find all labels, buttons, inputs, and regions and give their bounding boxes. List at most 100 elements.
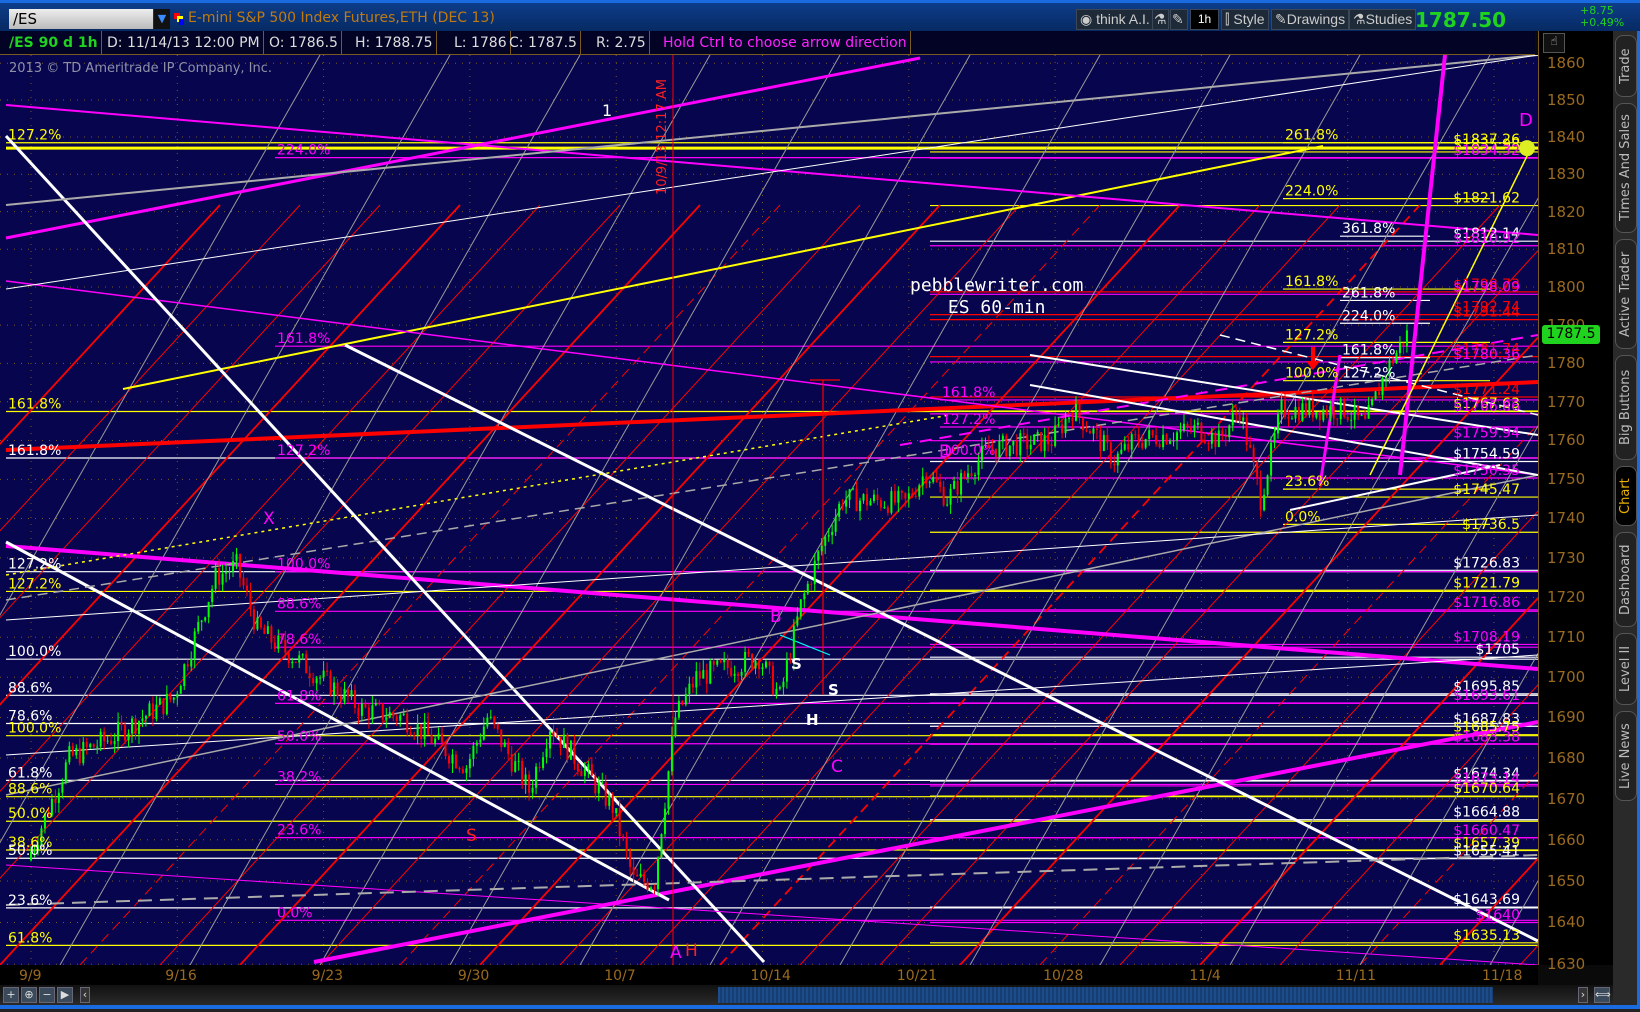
candle-body — [1311, 399, 1314, 418]
candle-body — [1301, 403, 1304, 421]
candle-body — [813, 560, 816, 585]
candle-body — [1280, 399, 1283, 415]
candle-body — [726, 660, 729, 668]
candle-body — [956, 480, 959, 495]
candle-body — [294, 661, 297, 663]
candle-body — [273, 642, 276, 649]
symbol-input[interactable]: /ES — [9, 9, 153, 29]
price-chart[interactable]: $1837.26 $1835.98 $1834.32 $1821.62 $1812.14… — [0, 55, 1538, 965]
scrollbar-thumb[interactable] — [718, 987, 1493, 1003]
price-tick-label: 1800 — [1547, 278, 1586, 297]
candle-body — [1318, 412, 1321, 421]
chart-canvas[interactable]: $1837.26$1835.98$1834.32$1821.62$1812.14… — [0, 55, 1538, 965]
time-tick-label: 10/28 — [1043, 968, 1084, 984]
candle-body — [120, 721, 123, 725]
side-tab-level-ii[interactable]: Level II — [1615, 633, 1637, 705]
fib-label: 261.8% — [1285, 128, 1338, 144]
candle-body — [99, 731, 102, 747]
pattern-label-s: S — [466, 826, 477, 846]
candle-body — [1001, 435, 1004, 441]
wave-label-b: B — [770, 607, 782, 627]
candle-body — [618, 808, 621, 837]
candle-body — [1391, 360, 1394, 364]
candle-body — [124, 724, 127, 741]
candle-body — [458, 768, 461, 770]
symbol-dropdown-chevron-icon[interactable]: ▼ — [154, 9, 170, 29]
candle-body — [1263, 494, 1266, 511]
zoom-in-icon[interactable]: + — [3, 987, 19, 1003]
candle-body — [1364, 415, 1367, 419]
side-tab-live-news[interactable]: Live News — [1615, 711, 1637, 801]
candle-body — [688, 683, 691, 695]
studies-quick-icon[interactable]: ⚗ — [1152, 9, 1169, 30]
candle-body — [705, 670, 708, 684]
candle-body — [601, 781, 604, 783]
candle-body — [670, 736, 673, 772]
drawing-cursor-icon[interactable]: ☝ — [1543, 33, 1565, 53]
candle-body — [1343, 398, 1346, 417]
candle-body — [179, 685, 182, 694]
fib-label: 161.8% — [8, 443, 61, 459]
candle-body — [1022, 433, 1025, 435]
scroll-right-icon[interactable]: › — [1578, 987, 1588, 1003]
time-tick-label: 11/11 — [1335, 968, 1377, 984]
candle-body — [151, 703, 154, 720]
watermark: pebblewriter.com ES 60-min — [910, 275, 1083, 319]
link-color-icon[interactable] — [174, 13, 184, 25]
candle-body — [555, 736, 558, 738]
side-tab-dashboard[interactable]: Dashboard — [1615, 532, 1637, 627]
candle-body — [399, 715, 402, 721]
fib-label: 0.0% — [1285, 509, 1321, 525]
side-tab-big-buttons[interactable]: Big Buttons — [1615, 355, 1637, 460]
drawings-button[interactable]: ✎Drawings — [1271, 9, 1350, 30]
style-button[interactable]: ⫿ Style — [1221, 9, 1269, 30]
price-axis[interactable]: ☝ 18601850184018301820181018001790178017… — [1538, 31, 1613, 973]
candle-body — [879, 500, 882, 508]
time-scrollbar[interactable]: + ⊕ − ▶ ‹ › ⟺ — [0, 985, 1613, 1005]
wave-label-a: A — [670, 943, 682, 963]
side-tab-trade[interactable]: Trade — [1615, 35, 1637, 97]
fib-label: 224.0% — [1342, 308, 1395, 324]
candle-body — [643, 873, 646, 882]
candle-body — [1040, 432, 1043, 451]
candle-body — [691, 683, 694, 688]
candle-body — [500, 729, 503, 748]
candle-body — [597, 782, 600, 794]
candle-body — [420, 724, 423, 740]
candle-body — [1155, 435, 1158, 445]
candle-body — [1151, 430, 1154, 436]
wrench-icon[interactable]: ✎ — [1170, 9, 1188, 30]
scroll-left-icon[interactable]: ‹ — [80, 987, 90, 1003]
zoom-out-icon[interactable]: − — [39, 987, 55, 1003]
side-tab-chart[interactable]: Chart — [1615, 466, 1637, 526]
candle-body — [1353, 405, 1356, 420]
candle-body — [796, 616, 799, 626]
expand-icon[interactable]: ⟺ — [1594, 987, 1611, 1003]
candle-body — [1036, 432, 1039, 435]
candle-body — [573, 740, 576, 764]
pattern-label-h: H — [806, 711, 819, 729]
candle-body — [1085, 430, 1088, 432]
candle-body — [444, 742, 447, 757]
price-level-label: $1664.88 — [1453, 805, 1520, 821]
candle-body — [684, 694, 687, 705]
scroll-forward-icon[interactable]: ▶ — [57, 987, 73, 1003]
fib-label: 261.8% — [1342, 285, 1395, 301]
candle-body — [1075, 403, 1077, 421]
bar-high: H: 1788.75 — [352, 31, 437, 55]
candle-body — [531, 787, 534, 793]
period-button[interactable]: 1h — [1190, 9, 1219, 30]
trend-line — [344, 343, 1538, 943]
fib-label: 100.0% — [8, 644, 61, 660]
fib-label: 161.8% — [8, 397, 61, 413]
studies-button[interactable]: ⚗Studies — [1349, 9, 1417, 30]
candle-body — [1165, 434, 1168, 444]
candle-body — [1322, 409, 1325, 421]
side-tab-times-and-sales[interactable]: Times And Sales — [1615, 103, 1637, 233]
candle-body — [312, 678, 315, 684]
candle-body — [580, 770, 583, 777]
candle-body — [430, 734, 433, 744]
side-tab-active-trader[interactable]: Active Trader — [1615, 239, 1637, 349]
zoom-fit-icon[interactable]: ⊕ — [21, 987, 37, 1003]
think-ai-button[interactable]: ◉ think A.I. — [1076, 9, 1154, 30]
